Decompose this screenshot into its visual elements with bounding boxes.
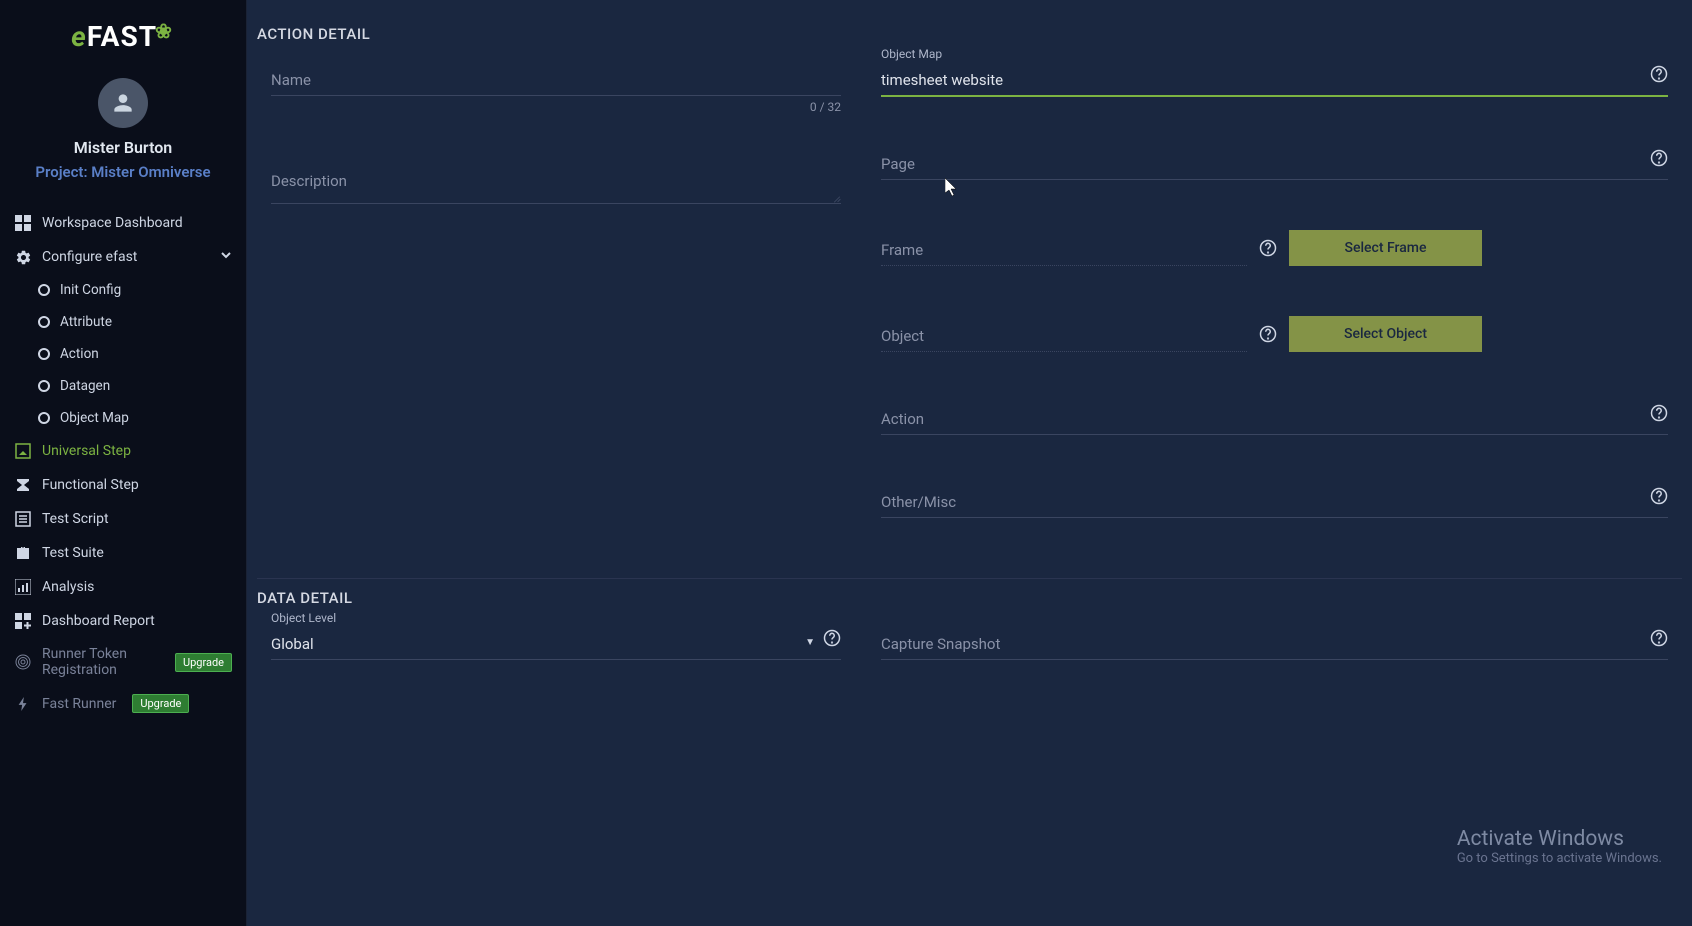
field-object-map: Object Map xyxy=(881,63,1668,97)
bullet-icon xyxy=(38,316,50,328)
frame-input[interactable] xyxy=(881,233,1247,266)
help-icon[interactable] xyxy=(1259,325,1277,343)
field-capture-snapshot: Capture Snapshot xyxy=(881,627,1668,660)
help-icon[interactable] xyxy=(1259,239,1277,257)
dropdown-arrow-icon: ▼ xyxy=(805,637,815,648)
grid-plus-icon xyxy=(14,612,32,630)
resize-handle-icon[interactable] xyxy=(831,192,841,202)
section-title-action: ACTION DETAIL xyxy=(257,15,1682,63)
help-icon[interactable] xyxy=(823,629,841,647)
bullet-icon xyxy=(38,412,50,424)
sidebar-item-dashboard-report[interactable]: Dashboard Report xyxy=(0,604,246,638)
page-input[interactable] xyxy=(881,147,1668,180)
chart-icon xyxy=(14,578,32,596)
main-content: ACTION DETAIL Name 0 / 32 Description xyxy=(247,0,1692,926)
sidebar-item-datagen[interactable]: Datagen xyxy=(0,370,246,402)
brand-logo: eFAST❀ xyxy=(0,0,246,63)
logo-prefix: e xyxy=(71,20,87,53)
sidebar-item-configure[interactable]: Configure efast xyxy=(0,240,246,274)
help-icon[interactable] xyxy=(1650,65,1668,83)
sidebar-item-action[interactable]: Action xyxy=(0,338,246,370)
sidebar-item-runner-token[interactable]: Runner Token Registration Upgrade xyxy=(0,638,246,686)
sidebar-item-fast-runner[interactable]: Fast Runner Upgrade xyxy=(0,686,246,721)
project-label[interactable]: Project: Mister Omniverse xyxy=(0,163,246,181)
field-frame: Frame xyxy=(881,233,1247,266)
field-action: Action xyxy=(881,402,1668,435)
sidebar-item-test-script[interactable]: Test Script xyxy=(0,502,246,536)
fingerprint-icon xyxy=(14,653,32,671)
step-icon xyxy=(14,442,32,460)
field-description: Description xyxy=(271,164,841,208)
object-input[interactable] xyxy=(881,319,1247,352)
sidebar-item-analysis[interactable]: Analysis xyxy=(0,570,246,604)
sidebar-item-dashboard[interactable]: Workspace Dashboard xyxy=(0,206,246,240)
upgrade-badge[interactable]: Upgrade xyxy=(175,653,232,672)
sidebar-item-label: Universal Step xyxy=(42,443,131,459)
sidebar-item-label: Dashboard Report xyxy=(42,613,155,629)
sidebar-item-label: Test Suite xyxy=(42,545,104,561)
object-map-input[interactable] xyxy=(881,63,1668,97)
capture-input[interactable] xyxy=(881,627,1668,660)
help-icon[interactable] xyxy=(1650,149,1668,167)
select-object-button[interactable]: Select Object xyxy=(1289,316,1482,352)
sidebar-item-label: Analysis xyxy=(42,579,94,595)
avatar[interactable] xyxy=(98,78,148,128)
sidebar-item-label: Attribute xyxy=(60,314,112,330)
sidebar-item-label: Action xyxy=(60,346,99,362)
sidebar-item-init[interactable]: Init Config xyxy=(0,274,246,306)
bullet-icon xyxy=(38,284,50,296)
field-object-level: Object Level ▼ xyxy=(271,627,841,660)
sigma-icon xyxy=(14,476,32,494)
field-other: Other/Misc xyxy=(881,485,1668,518)
other-input[interactable] xyxy=(881,485,1668,518)
sidebar-item-label: Configure efast xyxy=(42,249,137,265)
sidebar-item-label: Functional Step xyxy=(42,477,139,493)
sidebar-item-attribute[interactable]: Attribute xyxy=(0,306,246,338)
sidebar-item-test-suite[interactable]: Test Suite xyxy=(0,536,246,570)
select-frame-button[interactable]: Select Frame xyxy=(1289,230,1482,266)
gear-icon xyxy=(14,248,32,266)
sidebar-item-universal-step[interactable]: Universal Step xyxy=(0,434,246,468)
name-counter: 0 / 32 xyxy=(271,100,841,114)
sidebar-item-label: Init Config xyxy=(60,282,121,298)
field-name: Name 0 / 32 xyxy=(271,63,841,114)
sidebar: eFAST❀ Mister Burton Project: Mister Omn… xyxy=(0,0,247,926)
name-input[interactable] xyxy=(271,63,841,96)
sidebar-item-label: Runner Token Registration xyxy=(42,646,159,678)
help-icon[interactable] xyxy=(1650,629,1668,647)
section-title-data: DATA DETAIL xyxy=(257,579,1682,627)
sidebar-item-label: Object Map xyxy=(60,410,129,426)
sidebar-item-label: Workspace Dashboard xyxy=(42,215,183,231)
person-icon xyxy=(110,90,136,116)
sidebar-item-label: Fast Runner xyxy=(42,696,116,712)
sidebar-item-functional-step[interactable]: Functional Step xyxy=(0,468,246,502)
bolt-icon xyxy=(14,695,32,713)
sidebar-item-label: Test Script xyxy=(42,511,109,527)
bullet-icon xyxy=(38,348,50,360)
sidebar-item-label: Datagen xyxy=(60,378,110,394)
field-page: Page xyxy=(881,147,1668,180)
field-object: Object xyxy=(881,319,1247,352)
bullet-icon xyxy=(38,380,50,392)
chevron-down-icon xyxy=(220,249,232,265)
help-icon[interactable] xyxy=(1650,487,1668,505)
watermark-title: Activate Windows xyxy=(1457,827,1662,851)
grid-icon xyxy=(14,214,32,232)
object-level-select[interactable] xyxy=(271,627,841,660)
upgrade-badge[interactable]: Upgrade xyxy=(132,694,189,713)
description-input[interactable] xyxy=(271,164,841,204)
leaf-icon: ❀ xyxy=(155,19,173,43)
watermark-sub: Go to Settings to activate Windows. xyxy=(1457,851,1662,866)
briefcase-icon xyxy=(14,544,32,562)
sidebar-item-objectmap[interactable]: Object Map xyxy=(0,402,246,434)
windows-watermark: Activate Windows Go to Settings to activ… xyxy=(1457,827,1662,866)
user-name: Mister Burton xyxy=(0,138,246,157)
help-icon[interactable] xyxy=(1650,404,1668,422)
list-icon xyxy=(14,510,32,528)
action-input[interactable] xyxy=(881,402,1668,435)
logo-text: FAST xyxy=(87,20,157,53)
